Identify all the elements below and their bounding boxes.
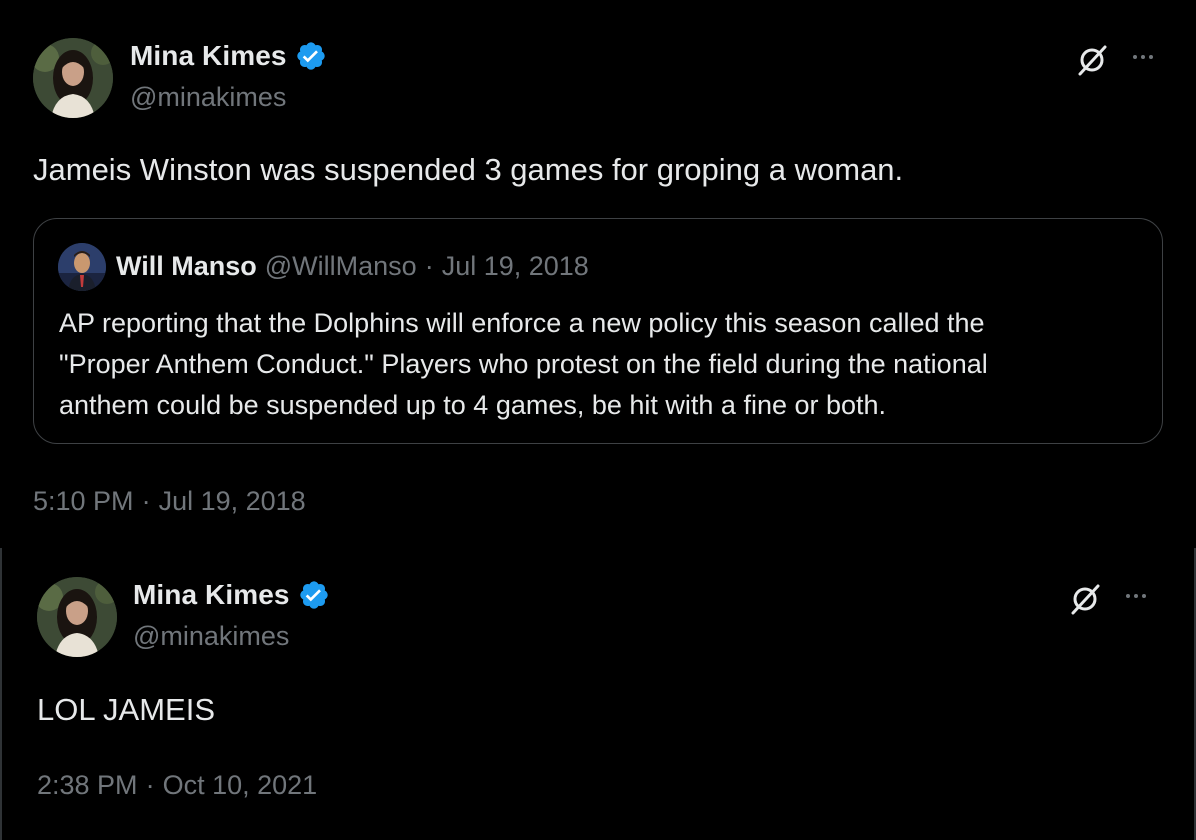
quote-text-line: "Proper Anthem Conduct." Players who pro… <box>59 349 988 379</box>
quote-separator: · <box>424 251 434 281</box>
tweet-date[interactable]: Oct 10, 2021 <box>163 770 318 801</box>
quoted-tweet[interactable]: Will Manso @WillManso · Jul 19, 2018 AP … <box>33 218 1163 444</box>
tweet-time[interactable]: 2:38 PM <box>37 770 138 801</box>
verified-badge-icon[interactable] <box>298 579 330 611</box>
quote-text-line: AP reporting that the Dolphins will enfo… <box>59 308 985 338</box>
quote-author-handle: @WillManso <box>264 251 417 281</box>
tweet: Mina Kimes @minakimes LOL JAMEIS 2:38 PM… <box>0 548 1196 840</box>
more-options-icon[interactable] <box>1126 581 1146 611</box>
tweet: Mina Kimes @minakimes Jameis Winston was… <box>0 0 1196 548</box>
quote-header: Will Manso @WillManso · Jul 19, 2018 <box>116 251 589 282</box>
author-name[interactable]: Mina Kimes <box>130 40 287 72</box>
tweet-date[interactable]: Jul 19, 2018 <box>159 486 306 517</box>
avatar[interactable] <box>37 577 117 657</box>
quote-date: Jul 19, 2018 <box>441 251 589 281</box>
author-handle[interactable]: @minakimes <box>130 82 286 113</box>
timestamp-separator: · <box>145 770 155 800</box>
quote-author-name: Will Manso <box>116 251 257 281</box>
timestamp-separator: · <box>141 486 151 516</box>
author-name[interactable]: Mina Kimes <box>133 579 290 611</box>
author-handle[interactable]: @minakimes <box>133 621 289 652</box>
quote-text-line: anthem could be suspended up to 4 games,… <box>59 390 887 420</box>
grok-icon[interactable] <box>1074 42 1110 83</box>
tweet-timestamp[interactable]: 2:38 PM · Oct 10, 2021 <box>37 770 317 801</box>
grok-icon[interactable] <box>1067 581 1103 622</box>
verified-badge-icon[interactable] <box>295 40 327 72</box>
tweet-text: LOL JAMEIS <box>37 692 216 727</box>
quote-avatar[interactable] <box>58 243 106 291</box>
author-name-row: Mina Kimes <box>133 579 330 611</box>
tweet-text: Jameis Winston was suspended 3 games for… <box>33 152 904 187</box>
author-name-row: Mina Kimes <box>130 40 327 72</box>
quote-text: AP reporting that the Dolphins will enfo… <box>59 303 1149 426</box>
more-options-icon[interactable] <box>1133 42 1153 72</box>
tweet-timestamp[interactable]: 5:10 PM · Jul 19, 2018 <box>33 486 306 517</box>
tweet-time[interactable]: 5:10 PM <box>33 486 134 517</box>
avatar[interactable] <box>33 38 113 118</box>
